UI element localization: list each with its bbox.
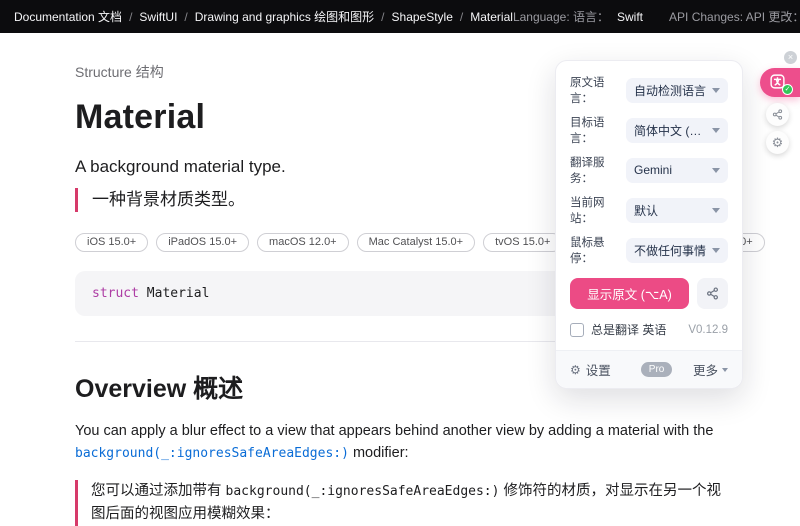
close-icon[interactable]: ×	[784, 51, 797, 64]
current-site-row: 当前网站： 默认	[570, 194, 728, 226]
code-keyword: struct	[92, 286, 139, 301]
always-translate-checkbox[interactable]	[570, 323, 584, 337]
show-original-button[interactable]: 显示原文 (⌥A)	[570, 278, 689, 309]
language-value[interactable]: Swift	[617, 10, 643, 24]
target-language-select[interactable]: 简体中文 (Simplified …	[626, 118, 728, 143]
chevron-down-icon	[712, 128, 720, 133]
topbar-meta: Language: 语言： Swift API Changes: API 更改：…	[513, 8, 800, 25]
breadcrumb-separator: /	[381, 10, 384, 24]
overview-paragraph: You can apply a blur effect to a view th…	[75, 420, 725, 465]
chevron-down-icon	[712, 88, 720, 93]
overview-paragraph-translation: 您可以通过添加带有 background(_:ignoresSafeAreaEd…	[75, 480, 725, 526]
check-badge-icon: ✓	[782, 84, 793, 95]
paragraph-text: You can apply a blur effect to a view th…	[75, 423, 713, 439]
mouse-hover-row: 鼠标悬停： 不做任何事情	[570, 234, 728, 266]
always-translate-row: 总是翻译 英语 V0.12.9	[570, 321, 728, 338]
language-label: Language: 语言：	[513, 8, 609, 25]
chevron-down-icon	[712, 168, 720, 173]
share-nodes-icon	[706, 287, 719, 300]
source-language-row: 原文语言： 自动检测语言	[570, 74, 728, 106]
background-modifier-link[interactable]: background(_:ignoresSafeAreaEdges:)	[75, 446, 349, 461]
chevron-down-icon	[712, 208, 720, 213]
mouse-hover-label: 鼠标悬停：	[570, 234, 626, 266]
translate-service-row: 翻译服务： Gemini	[570, 154, 728, 186]
source-language-label: 原文语言：	[570, 74, 626, 106]
current-site-value: 默认	[634, 202, 658, 219]
version-text: V0.12.9	[688, 324, 728, 336]
pro-badge: Pro	[641, 362, 673, 377]
breadcrumb-separator: /	[184, 10, 187, 24]
floating-share-button[interactable]	[766, 103, 789, 126]
api-changes-label: API Changes: API 更改：	[669, 8, 800, 25]
translate-service-select[interactable]: Gemini	[626, 158, 728, 183]
translate-popup: 原文语言： 自动检测语言 目标语言： 简体中文 (Simplified … 翻译…	[555, 60, 743, 389]
translate-extension-tab[interactable]: ✓	[760, 68, 800, 97]
gear-icon: ⚙	[772, 135, 784, 151]
current-site-select[interactable]: 默认	[626, 198, 728, 223]
paragraph-text: 您可以通过添加带有	[91, 483, 226, 499]
popup-footer: ⚙ 设置 Pro 更多	[556, 350, 742, 388]
platform-badge-maccatalyst: Mac Catalyst 15.0+	[357, 233, 475, 252]
more-button[interactable]: 更多	[693, 360, 728, 379]
chevron-down-icon	[722, 368, 728, 372]
target-language-value: 简体中文 (Simplified …	[634, 122, 707, 139]
current-site-label: 当前网站：	[570, 194, 626, 226]
code-type-name: Material	[139, 286, 209, 301]
breadcrumb-item-material: Material	[470, 10, 513, 24]
breadcrumb: Documentation 文档 / SwiftUI / Drawing and…	[14, 8, 513, 25]
source-language-select[interactable]: 自动检测语言	[626, 78, 728, 103]
inline-code: background(_:ignoresSafeAreaEdges:)	[226, 484, 500, 499]
platform-badge-macos: macOS 12.0+	[257, 233, 349, 252]
chevron-down-icon	[712, 248, 720, 253]
target-language-label: 目标语言：	[570, 114, 626, 146]
mouse-hover-value: 不做任何事情	[634, 242, 706, 259]
translate-service-value: Gemini	[634, 163, 672, 177]
breadcrumb-item-drawing-graphics[interactable]: Drawing and graphics 绘图和图形	[195, 8, 374, 25]
more-label: 更多	[693, 360, 718, 379]
settings-button[interactable]: ⚙ 设置	[570, 360, 611, 379]
breadcrumb-item-documentation[interactable]: Documentation 文档	[14, 8, 122, 25]
paragraph-text: modifier:	[349, 445, 409, 461]
breadcrumb-item-swiftui[interactable]: SwiftUI	[139, 10, 177, 24]
translate-service-label: 翻译服务：	[570, 154, 626, 186]
always-translate-label: 总是翻译 英语	[591, 321, 666, 338]
target-language-row: 目标语言： 简体中文 (Simplified …	[570, 114, 728, 146]
gear-icon: ⚙	[570, 363, 581, 377]
platform-badge-tvos: tvOS 15.0+	[483, 233, 562, 252]
breadcrumb-separator: /	[129, 10, 132, 24]
breadcrumb-item-shapestyle[interactable]: ShapeStyle	[392, 10, 453, 24]
top-nav-bar: Documentation 文档 / SwiftUI / Drawing and…	[0, 0, 800, 33]
mouse-hover-select[interactable]: 不做任何事情	[626, 238, 728, 263]
share-nodes-icon	[772, 109, 783, 120]
source-language-value: 自动检测语言	[634, 82, 706, 99]
platform-badge-ipados: iPadOS 15.0+	[156, 233, 249, 252]
share-button[interactable]	[697, 278, 728, 309]
platform-badge-ios: iOS 15.0+	[75, 233, 148, 252]
settings-label: 设置	[586, 360, 611, 379]
breadcrumb-separator: /	[460, 10, 463, 24]
floating-settings-button[interactable]: ⚙	[766, 131, 789, 154]
